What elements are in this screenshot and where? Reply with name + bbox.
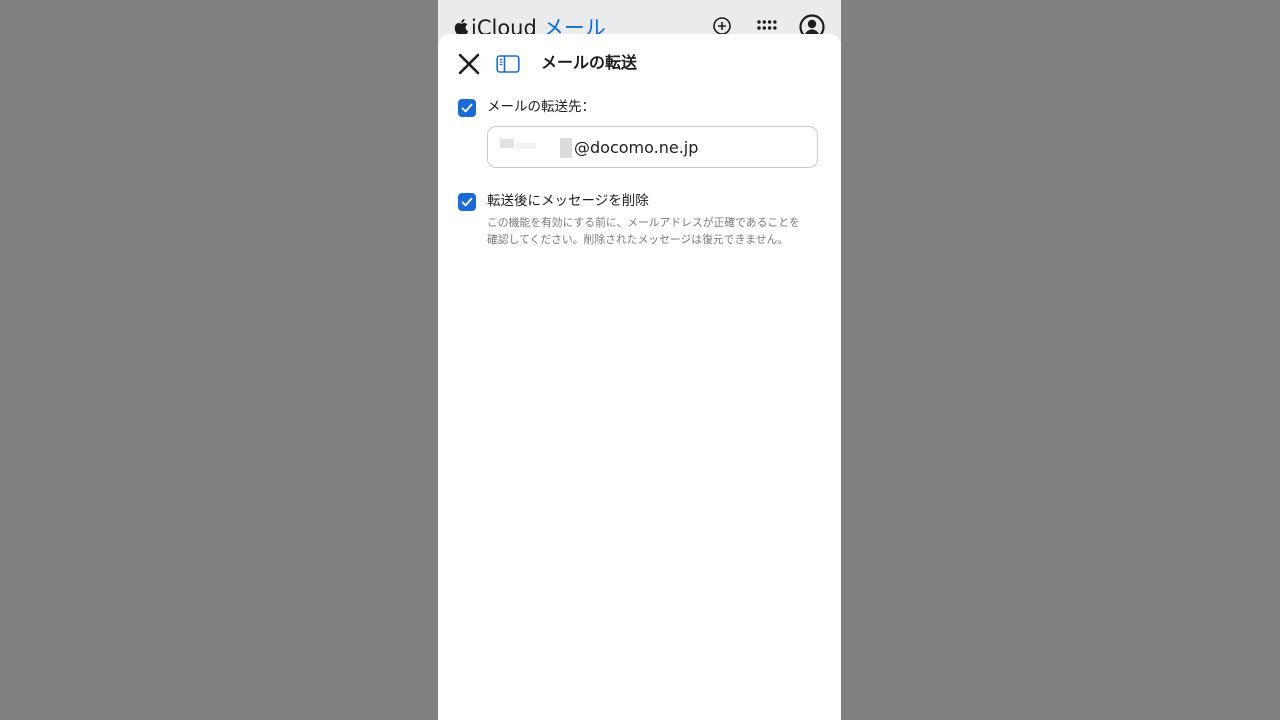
delete-after-forward-checkbox[interactable] (458, 193, 476, 211)
checkmark-icon (461, 103, 473, 113)
app-brand[interactable]: iCloud メール (454, 14, 606, 36)
help-line: この機能を有効にする前に、メールアドレスが正確であることを (487, 216, 800, 229)
redacted-text (516, 143, 536, 149)
app-name: メール (542, 16, 606, 36)
sidebar-toggle-icon[interactable] (496, 54, 520, 74)
redacted-text (500, 139, 514, 148)
delete-after-forward-label: 転送後にメッセージを削除 (487, 193, 649, 209)
forward-address-value: @docomo.ne.jp (574, 138, 699, 157)
brand-name: iCloud (471, 16, 537, 36)
close-icon[interactable] (458, 53, 480, 75)
delete-warning-text: この機能を有効にする前に、メールアドレスが正確であることを 確認してください。削… (487, 214, 822, 248)
forward-address-input[interactable]: @docomo.ne.jp (487, 126, 818, 168)
plus-circle-icon[interactable] (712, 16, 732, 36)
account-icon[interactable] (799, 14, 825, 36)
app-bar: iCloud メール (438, 0, 841, 36)
checkmark-icon (461, 197, 473, 207)
help-line: 確認してください。削除されたメッセージは復元できません。 (487, 233, 789, 246)
phone-screen: iCloud メール メールの転送 メールの転送先： @docomo.ne.jp… (438, 0, 841, 720)
sheet-title: メールの転送 (541, 53, 638, 72)
forward-label: メールの転送先： (487, 99, 595, 115)
forward-checkbox[interactable] (458, 99, 476, 117)
forwarding-sheet: メールの転送 メールの転送先： @docomo.ne.jp 転送後にメッセージを… (438, 34, 841, 720)
redacted-text (560, 138, 572, 158)
app-grid-icon[interactable] (756, 16, 778, 36)
